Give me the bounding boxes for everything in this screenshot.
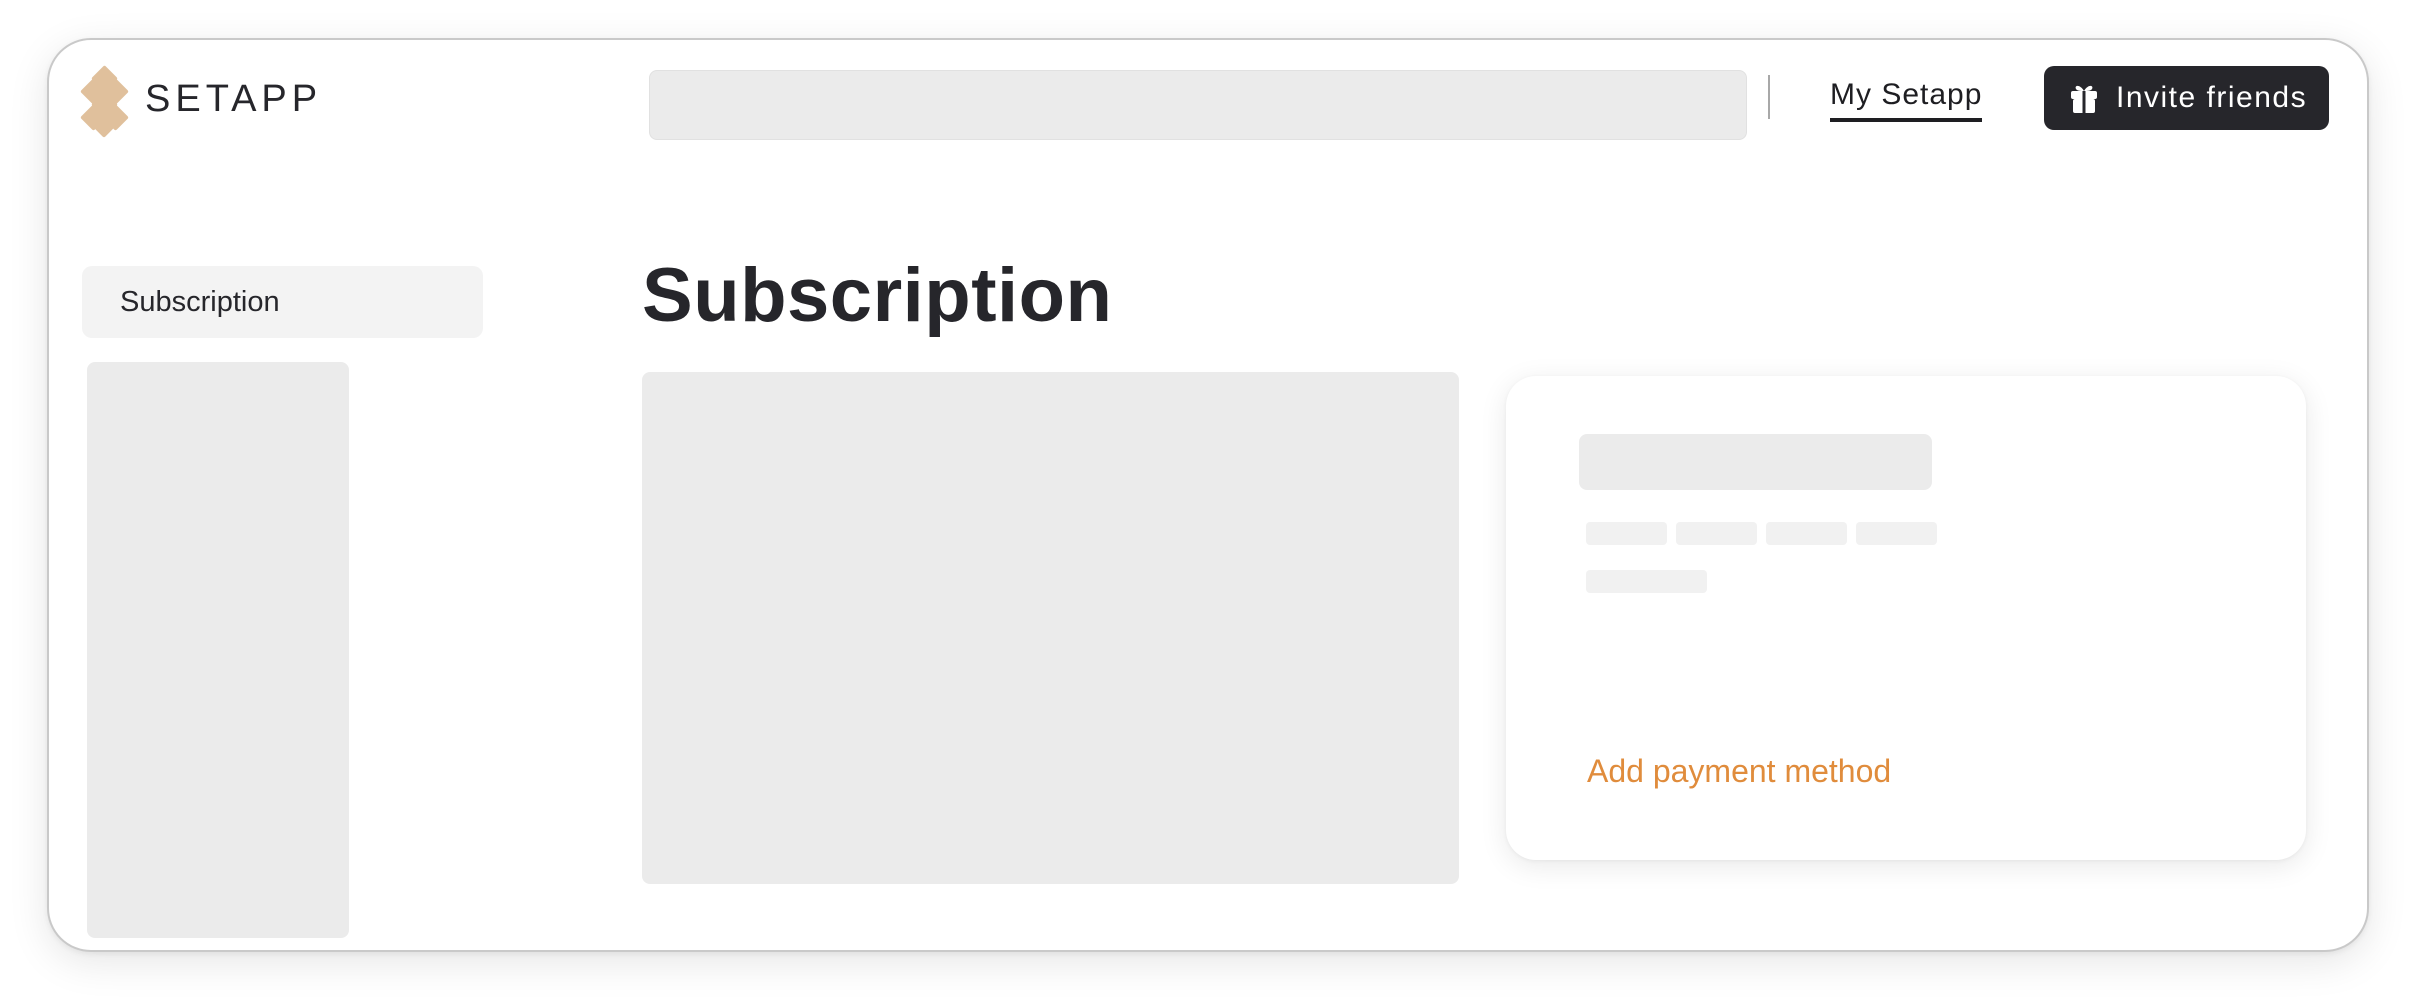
card-text-skeleton (1766, 522, 1847, 545)
brand-name: SETAPP (145, 77, 323, 120)
logo[interactable]: SETAPP (80, 65, 323, 138)
payment-method-card: Add payment method (1506, 376, 2306, 860)
card-title-skeleton (1579, 434, 1932, 490)
header-divider (1768, 75, 1770, 119)
search-input[interactable] (649, 70, 1747, 140)
subscription-skeleton-placeholder (642, 372, 1459, 884)
nav-link-my-setapp[interactable]: My Setapp (1830, 78, 1983, 122)
add-payment-method-link[interactable]: Add payment method (1587, 753, 1891, 790)
setapp-diamond-logo-icon (80, 65, 129, 138)
card-text-skeleton (1856, 522, 1937, 545)
sidebar-item-subscription[interactable]: Subscription (82, 266, 483, 338)
sidebar-skeleton-placeholder (87, 362, 349, 938)
invite-friends-label: Invite friends (2116, 81, 2308, 114)
page-title: Subscription (642, 253, 1113, 338)
card-text-skeleton (1676, 522, 1757, 545)
app-window: SETAPP My Setapp Invite friends Subscrip… (47, 38, 2369, 952)
card-text-skeleton (1586, 570, 1707, 593)
card-text-skeleton (1586, 522, 1667, 545)
invite-friends-button[interactable]: Invite friends (2044, 66, 2329, 130)
gift-icon (2071, 85, 2097, 113)
